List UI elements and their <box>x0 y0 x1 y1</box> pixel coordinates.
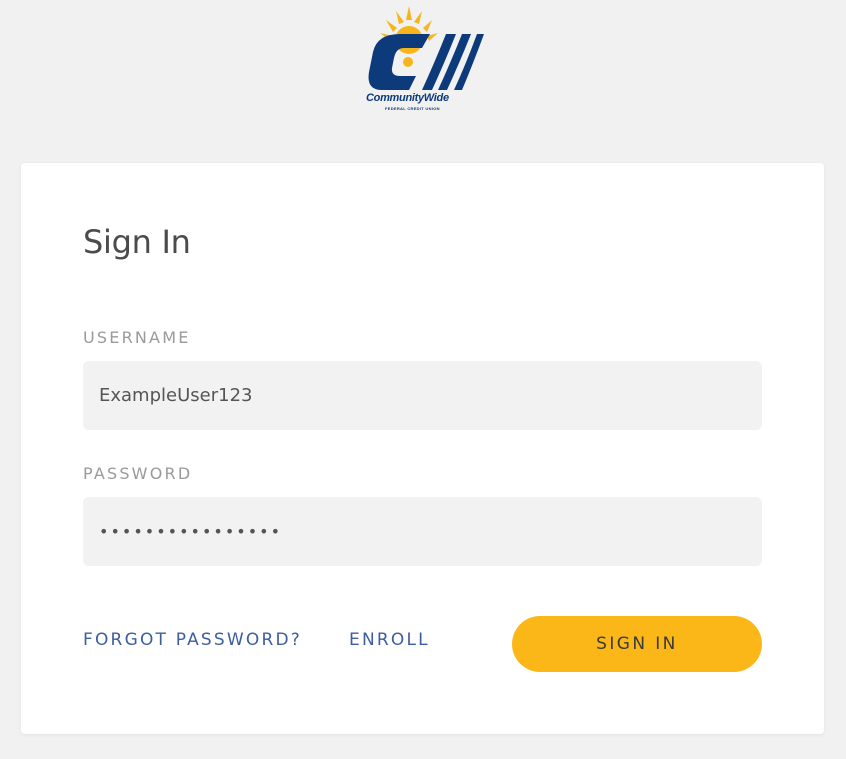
password-input[interactable] <box>83 497 762 566</box>
page-title: Sign In <box>83 223 191 261</box>
forgot-password-link[interactable]: FORGOT PASSWORD? <box>83 630 302 650</box>
brand-subtitle: FEDERAL CREDIT UNION <box>385 106 440 111</box>
brand-name: CommunityWide <box>366 92 449 104</box>
sign-in-button[interactable]: SIGN IN <box>512 616 762 672</box>
communitywide-logo: CommunityWide FEDERAL CREDIT UNION <box>360 6 486 114</box>
sun-logo-icon <box>368 6 484 90</box>
sign-in-card: Sign In USERNAME PASSWORD FORGOT PASSWOR… <box>21 163 824 734</box>
password-label: PASSWORD <box>83 464 193 483</box>
username-label: USERNAME <box>83 328 191 347</box>
enroll-link[interactable]: ENROLL <box>349 630 430 650</box>
username-input[interactable] <box>83 361 762 430</box>
